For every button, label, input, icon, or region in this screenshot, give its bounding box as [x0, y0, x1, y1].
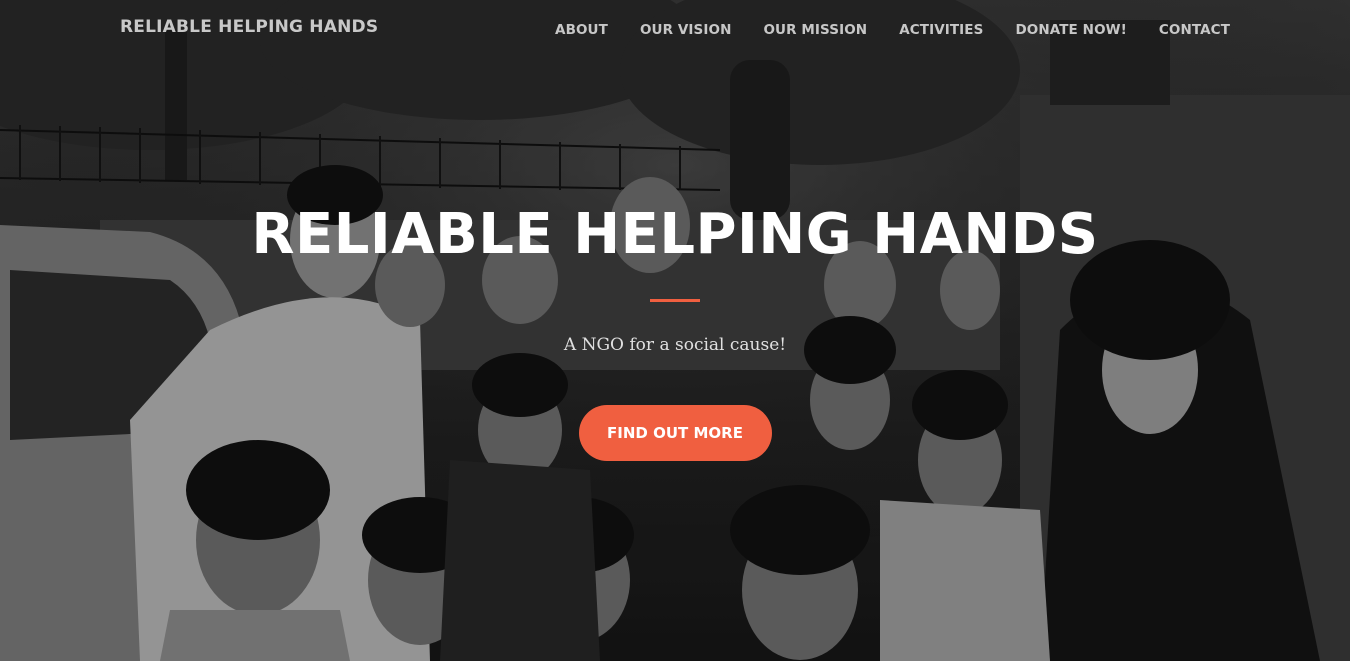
hero-divider	[650, 299, 700, 302]
nav-item-our-vision: OUR VISION	[640, 21, 732, 39]
nav-item-donate-now: DONATE NOW!	[1015, 21, 1126, 39]
nav-item-about: ABOUT	[555, 21, 608, 39]
nav-link-activities[interactable]: ACTIVITIES	[899, 22, 983, 38]
navbar: RELIABLE HELPING HANDS ABOUT OUR VISION …	[0, 0, 1350, 60]
nav-link-our-vision[interactable]: OUR VISION	[640, 22, 732, 38]
hero-subtitle: A NGO for a social cause!	[563, 335, 787, 355]
brand-link[interactable]: RELIABLE HELPING HANDS	[120, 17, 378, 37]
page: RELIABLE HELPING HANDS ABOUT OUR VISION …	[0, 0, 1350, 661]
nav-item-our-mission: OUR MISSION	[763, 21, 867, 39]
nav-link-donate-now[interactable]: DONATE NOW!	[1015, 22, 1126, 38]
nav-item-contact: CONTACT	[1159, 21, 1230, 39]
nav-link-our-mission[interactable]: OUR MISSION	[763, 22, 867, 38]
nav-link-contact[interactable]: CONTACT	[1159, 22, 1230, 38]
hero-content: RELIABLE HELPING HANDS A NGO for a socia…	[0, 196, 1350, 461]
nav-item-activities: ACTIVITIES	[899, 21, 983, 39]
hero-title: RELIABLE HELPING HANDS	[251, 202, 1099, 267]
nav-link-about[interactable]: ABOUT	[555, 22, 608, 38]
nav-links: ABOUT OUR VISION OUR MISSION ACTIVITIES …	[523, 21, 1230, 39]
find-out-more-button[interactable]: FIND OUT MORE	[578, 405, 772, 461]
